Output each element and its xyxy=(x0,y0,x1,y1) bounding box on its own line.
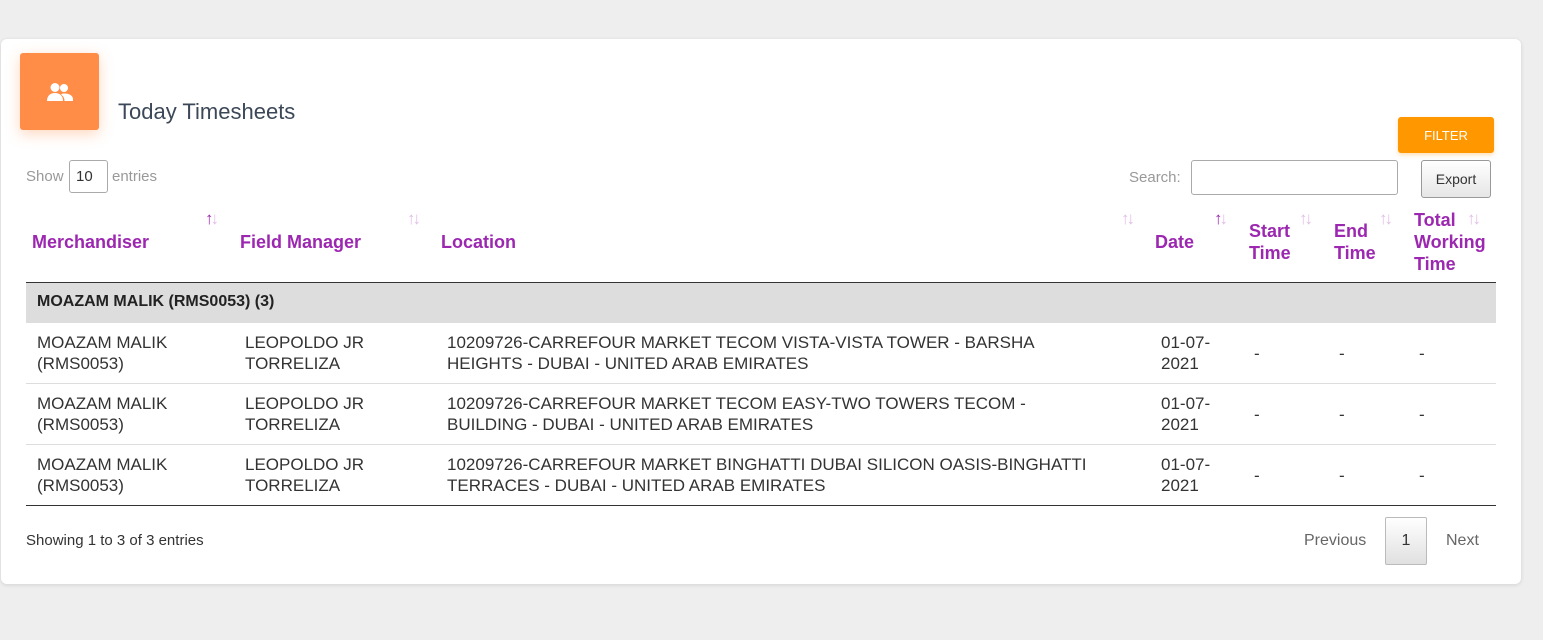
people-icon xyxy=(20,53,99,130)
group-label: MOAZAM MALIK (RMS0053) (3) xyxy=(37,293,275,310)
merchandiser-cell: MOAZAM MALIK (RMS0053) xyxy=(37,455,168,495)
end-time-cell: - xyxy=(1339,344,1345,363)
sort-icon[interactable]: ↑↓ xyxy=(205,209,219,229)
table-row: MOAZAM MALIK (RMS0053) LEOPOLDO JR TORRELI… xyxy=(26,384,1496,445)
end-time-cell: - xyxy=(1339,466,1345,485)
field-manager-cell: LEOPOLDO JR TORRELIZA xyxy=(245,455,365,495)
merchandiser-cell: MOAZAM MALIK (RMS0053) xyxy=(37,333,168,373)
merchandiser-cell: MOAZAM MALIK (RMS0053) xyxy=(37,394,168,434)
total-time-cell: - xyxy=(1419,344,1425,363)
previous-page-button[interactable]: Previous xyxy=(1304,532,1366,550)
date-cell: 01-07- 2021 xyxy=(1161,333,1211,373)
date-cell: 01-07- 2021 xyxy=(1161,455,1211,495)
column-header-location[interactable]: Location xyxy=(441,231,516,253)
column-header-merchandiser[interactable]: Merchandiser xyxy=(32,231,149,253)
location-cell: 10209726-CARREFOUR MARKET BINGHATTI DUBA… xyxy=(447,455,1087,495)
export-button[interactable]: Export xyxy=(1421,160,1491,198)
sort-icon[interactable]: ↑↓ xyxy=(1121,209,1135,229)
filter-button[interactable]: FILTER xyxy=(1398,117,1494,153)
column-header-start-time[interactable]: Start Time xyxy=(1249,220,1291,264)
search-input[interactable] xyxy=(1191,160,1398,195)
sort-icon[interactable]: ↑↓ xyxy=(1467,209,1481,229)
column-header-end-time[interactable]: End Time xyxy=(1334,220,1376,264)
field-manager-cell: LEOPOLDO JR TORRELIZA xyxy=(245,333,365,373)
table-row: MOAZAM MALIK (RMS0053) LEOPOLDO JR TORRELI… xyxy=(26,323,1496,384)
start-time-cell: - xyxy=(1254,344,1260,363)
column-header-field-manager[interactable]: Field Manager xyxy=(240,231,361,253)
entries-label: entries xyxy=(112,168,158,185)
search-label: Search: xyxy=(1129,169,1181,186)
sort-icon[interactable]: ↑↓ xyxy=(1214,209,1228,229)
start-time-cell: - xyxy=(1254,405,1260,424)
sort-icon[interactable]: ↑↓ xyxy=(407,209,421,229)
next-page-button[interactable]: Next xyxy=(1446,532,1479,550)
field-manager-cell: LEOPOLDO JR TORRELIZA xyxy=(245,394,365,434)
table-info: Showing 1 to 3 of 3 entries xyxy=(26,532,204,549)
start-time-cell: - xyxy=(1254,466,1260,485)
card-title: Today Timesheets xyxy=(118,99,296,124)
end-time-cell: - xyxy=(1339,405,1345,424)
sort-icon[interactable]: ↑↓ xyxy=(1379,209,1393,229)
page-1-button[interactable]: 1 xyxy=(1385,517,1427,565)
entries-select[interactable] xyxy=(69,160,108,193)
show-label: Show xyxy=(26,168,64,185)
table-row: MOAZAM MALIK (RMS0053) LEOPOLDO JR TORRELI… xyxy=(26,445,1496,506)
sort-icon[interactable]: ↑↓ xyxy=(1299,209,1313,229)
date-cell: 01-07- 2021 xyxy=(1161,394,1211,434)
group-row: MOAZAM MALIK (RMS0053) (3) xyxy=(26,283,1496,323)
location-cell: 10209726-CARREFOUR MARKET TECOM EASY-TWO… xyxy=(447,394,1026,434)
column-header-date[interactable]: Date xyxy=(1155,231,1194,253)
total-time-cell: - xyxy=(1419,405,1425,424)
location-cell: 10209726-CARREFOUR MARKET TECOM VISTA-VI… xyxy=(447,333,1035,373)
total-time-cell: - xyxy=(1419,466,1425,485)
